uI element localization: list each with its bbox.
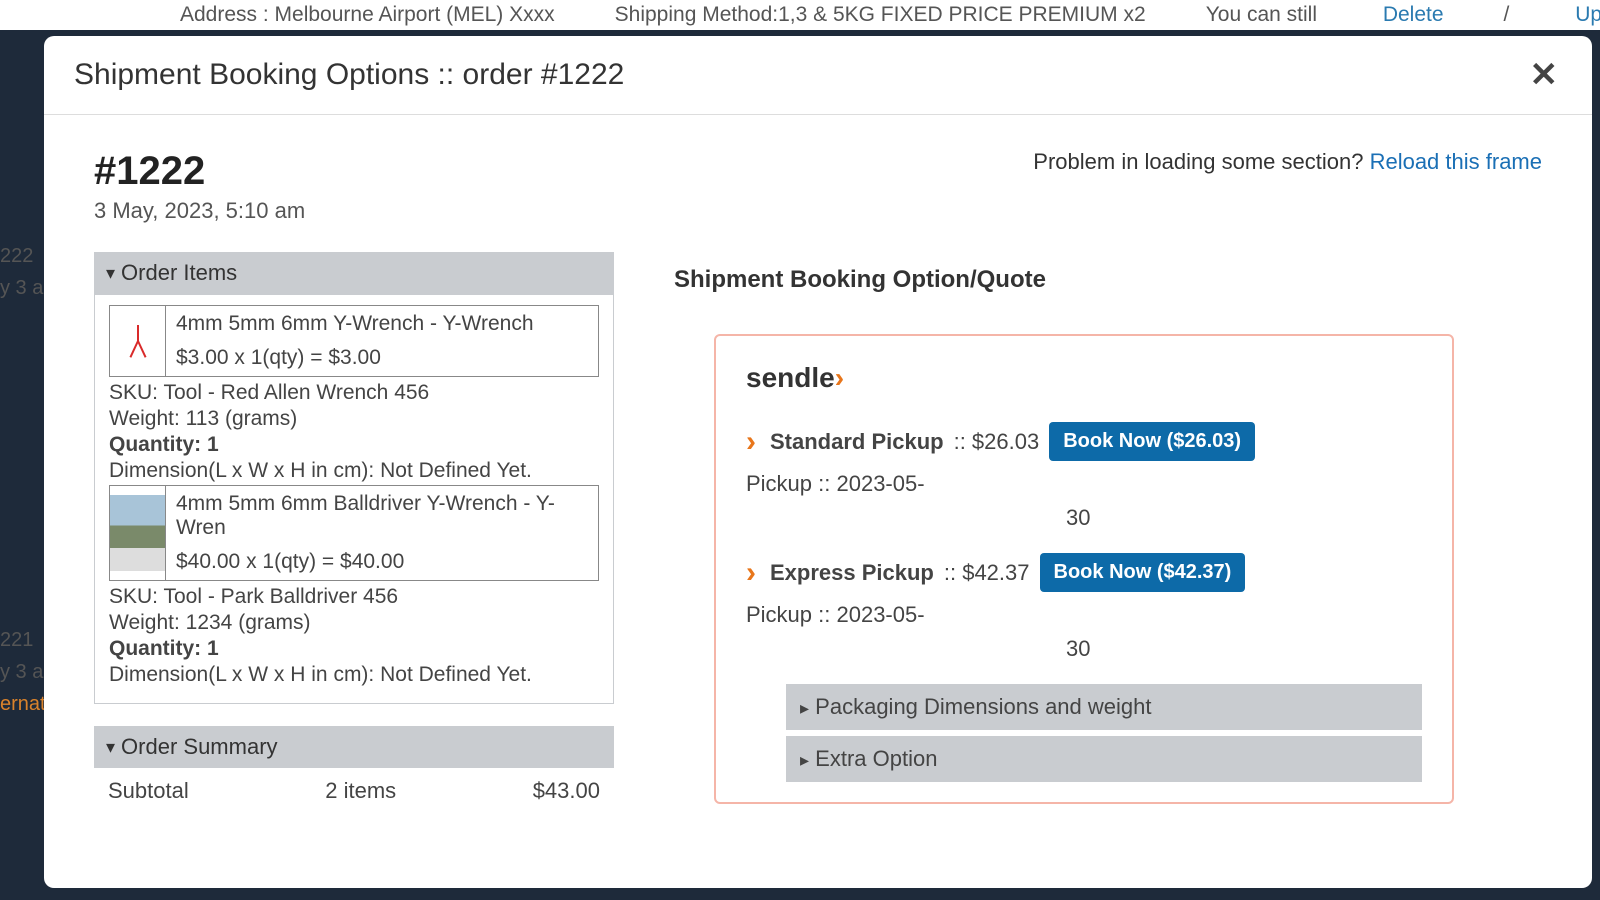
modal-title: Shipment Booking Options :: order #1222 (74, 58, 624, 92)
item-sku: SKU: Tool - Park Balldriver 456 (109, 585, 599, 609)
packaging-dimensions-accordion[interactable]: Packaging Dimensions and weight (786, 684, 1422, 730)
order-date: 3 May, 2023, 5:10 am (94, 198, 305, 224)
shipping-option-row: › Express Pickup :: $42.37 Book Now ($42… (746, 553, 1422, 628)
reload-prompt: Problem in loading some section? Reload … (1033, 149, 1542, 175)
background-info-strip: Address : Melbourne Airport (MEL) Xxxx S… (0, 0, 1600, 30)
chevron-right-icon: › (746, 556, 756, 590)
book-now-button[interactable]: Book Now ($42.37) (1040, 553, 1246, 592)
shipment-booking-modal: Shipment Booking Options :: order #1222 … (44, 36, 1592, 888)
pickup-date-prefix: Pickup :: 2023-05- (746, 471, 925, 497)
item-price-line: $3.00 x 1(qty) = $3.00 (176, 346, 588, 370)
extra-option-accordion[interactable]: Extra Option (786, 736, 1422, 782)
pickup-date-prefix: Pickup :: 2023-05- (746, 602, 925, 628)
shipping-option-row: › Standard Pickup :: $26.03 Book Now ($2… (746, 422, 1422, 497)
reload-frame-link[interactable]: Reload this frame (1370, 149, 1542, 174)
order-item-row: 4mm 5mm 6mm Y-Wrench - Y-Wrench $3.00 x … (109, 305, 599, 377)
item-weight: Weight: 1234 (grams) (109, 611, 599, 635)
item-qty: Quantity: 1 (109, 433, 599, 457)
modal-header: Shipment Booking Options :: order #1222 … (44, 36, 1592, 115)
item-price-line: $40.00 x 1(qty) = $40.00 (176, 550, 588, 574)
item-thumb-icon (110, 306, 166, 376)
subtotal-label: Subtotal (108, 778, 189, 804)
order-item-row: 4mm 5mm 6mm Balldriver Y-Wrench - Y-Wren… (109, 485, 599, 581)
subtotal-value: $43.00 (533, 778, 600, 804)
option-price: :: $42.37 (944, 560, 1030, 586)
pickup-date-rest: 30 (1066, 505, 1422, 531)
bg-update-link[interactable]: Update (1575, 3, 1600, 26)
option-name: Express Pickup (770, 560, 934, 586)
item-dimension: Dimension(L x W x H in cm): Not Defined … (109, 663, 599, 687)
pickup-date-rest: 30 (1066, 636, 1422, 662)
option-name: Standard Pickup (770, 429, 944, 455)
subtotal-items: 2 items (325, 778, 396, 804)
carrier-quote-box: sendle› › Standard Pickup :: $26.03 Book… (714, 334, 1454, 804)
bg-delete-link[interactable]: Delete (1383, 3, 1444, 26)
order-summary-row: Subtotal 2 items $43.00 (94, 768, 614, 814)
item-qty: Quantity: 1 (109, 637, 599, 661)
item-name: 4mm 5mm 6mm Balldriver Y-Wrench - Y-Wren (176, 492, 588, 540)
order-items-box: 4mm 5mm 6mm Y-Wrench - Y-Wrench $3.00 x … (94, 294, 614, 704)
bg-address: Address : Melbourne Airport (MEL) Xxxx (180, 3, 555, 27)
item-weight: Weight: 113 (grams) (109, 407, 599, 431)
carrier-logo: sendle› (746, 362, 1422, 394)
order-number: #1222 (94, 149, 305, 194)
modal-body: #1222 3 May, 2023, 5:10 am Problem in lo… (44, 115, 1592, 888)
bg-shipping: Shipping Method:1,3 & 5KG FIXED PRICE PR… (615, 3, 1146, 27)
order-items-header[interactable]: Order Items (94, 252, 614, 294)
item-dimension: Dimension(L x W x H in cm): Not Defined … (109, 459, 599, 483)
item-thumb-icon (110, 486, 166, 580)
chevron-right-icon: › (746, 425, 756, 459)
option-price: :: $26.03 (954, 429, 1040, 455)
item-name: 4mm 5mm 6mm Y-Wrench - Y-Wrench (176, 312, 588, 336)
background-left-fragments: 222 y 3 a 221 y 3 a ernat (0, 240, 46, 720)
item-sku: SKU: Tool - Red Allen Wrench 456 (109, 381, 599, 405)
quote-section-title: Shipment Booking Option/Quote (674, 266, 1542, 294)
order-summary-header[interactable]: Order Summary (94, 726, 614, 768)
bg-hint: You can still Delete/ Update this shipme (1206, 3, 1600, 27)
book-now-button[interactable]: Book Now ($26.03) (1049, 422, 1255, 461)
close-icon[interactable]: ✕ (1530, 58, 1559, 92)
